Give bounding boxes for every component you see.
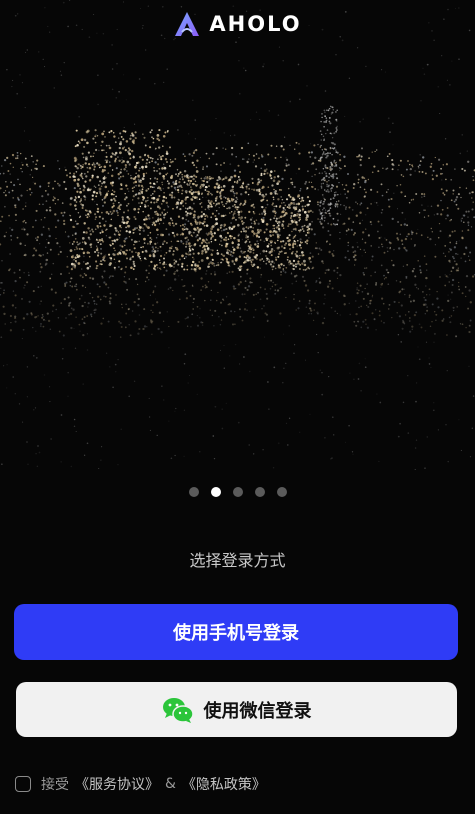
agreement-row: 接受 《服务协议》 & 《隐私政策》 xyxy=(15,774,272,794)
aholo-logo-icon xyxy=(175,12,200,36)
ampersand-text: & xyxy=(165,776,176,792)
wechat-login-button[interactable]: 使用微信登录 xyxy=(16,682,457,737)
carousel-dot[interactable] xyxy=(188,487,199,497)
agree-accept-text: 接受 xyxy=(41,777,69,793)
terms-link[interactable]: 《服务协议》 xyxy=(75,774,159,794)
carousel-dot[interactable] xyxy=(254,487,265,497)
login-method-title: 选择登录方式 xyxy=(189,551,286,570)
carousel-dot[interactable] xyxy=(232,487,243,497)
carousel-indicator xyxy=(0,487,475,497)
carousel-dot-active[interactable] xyxy=(210,487,221,497)
agree-checkbox[interactable] xyxy=(15,776,31,792)
carousel-dot[interactable] xyxy=(276,487,287,497)
brand-logo: AHOLO xyxy=(0,10,475,38)
pointcloud-illustration xyxy=(0,0,475,470)
privacy-link[interactable]: 《隐私政策》 xyxy=(182,774,266,794)
phone-login-button[interactable]: 使用手机号登录 xyxy=(14,604,458,660)
wechat-login-label: 使用微信登录 xyxy=(203,700,312,721)
phone-login-label: 使用手机号登录 xyxy=(173,623,299,643)
brand-name: AHOLO xyxy=(209,12,302,36)
hero-pointcloud-image xyxy=(0,0,475,470)
wechat-icon xyxy=(162,697,194,723)
